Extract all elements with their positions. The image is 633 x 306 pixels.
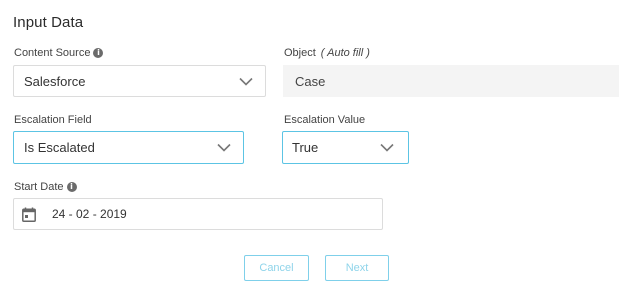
object-value: Case [295, 73, 326, 89]
escalation-value-label: Escalation Value [284, 114, 365, 126]
escalation-value-label-text: Escalation Value [284, 114, 366, 126]
content-source-label: Content Source i [14, 47, 104, 59]
start-date-input[interactable]: 24 - 02 - 2019 [13, 198, 383, 230]
cancel-button[interactable]: Cancel [244, 255, 309, 281]
info-icon[interactable]: i [66, 182, 77, 192]
object-label-text: Object [284, 47, 316, 59]
next-button[interactable]: Next [325, 255, 389, 281]
object-field: Case [283, 65, 619, 97]
object-label: Object ( Auto fill ) [284, 47, 370, 59]
start-date-label-text: Start Date [14, 181, 64, 193]
calendar-icon[interactable] [22, 207, 36, 222]
object-autofill-hint: ( Auto fill ) [320, 47, 370, 59]
info-icon[interactable]: i [93, 48, 104, 58]
escalation-field-value: Is Escalated [24, 140, 95, 155]
escalation-field-label: Escalation Field [14, 114, 92, 126]
input-data-form: Input Data Content Source i Salesforce O… [0, 0, 633, 306]
escalation-value-select[interactable]: True [282, 131, 409, 164]
escalation-field-select[interactable]: Is Escalated [13, 131, 244, 164]
form-title: Input Data [13, 14, 84, 31]
chevron-down-icon [380, 143, 394, 152]
chevron-down-icon [239, 77, 253, 86]
escalation-value-value: True [292, 140, 319, 155]
start-date-value: 24 - 02 - 2019 [52, 207, 127, 221]
start-date-label: Start Date i [14, 181, 77, 193]
escalation-field-label-text: Escalation Field [14, 114, 92, 126]
content-source-label-text: Content Source [14, 47, 91, 59]
content-source-value: Salesforce [24, 73, 86, 89]
content-source-select[interactable]: Salesforce [13, 65, 266, 97]
chevron-down-icon [217, 143, 231, 152]
